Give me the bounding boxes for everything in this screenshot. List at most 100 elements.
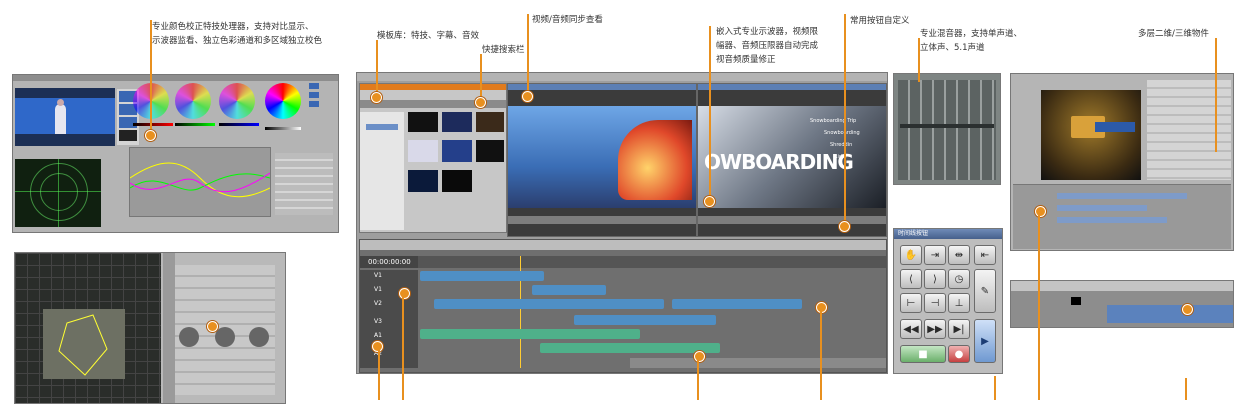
slider-blue[interactable] — [219, 123, 259, 126]
callout-line-tools — [697, 360, 699, 400]
layer-strip-toolbar[interactable] — [1011, 281, 1233, 291]
clip-v3[interactable] — [574, 315, 716, 325]
track-label-5: A1 — [374, 332, 382, 339]
caption-template-library: 模板库：特技、字幕、音效 — [377, 31, 480, 41]
audio-mixer-window — [893, 73, 1001, 185]
fader-bar[interactable] — [900, 124, 994, 128]
thumb-5[interactable] — [442, 140, 472, 162]
caption-color-correction-line2: 示波器监看、独立色彩通道和多区域独立校色 — [152, 36, 323, 46]
geometry-view[interactable] — [15, 253, 161, 403]
caption-scope-line1: 嵌入式专业示波器，视频限 — [716, 27, 819, 37]
btn-mark-out[interactable]: ⇤ — [974, 245, 996, 265]
curve-graph[interactable] — [129, 147, 271, 217]
clip-a1[interactable] — [420, 329, 640, 339]
parameter-list[interactable] — [275, 153, 333, 215]
thumb-3[interactable] — [476, 112, 504, 132]
time-ruler[interactable] — [418, 256, 886, 268]
thumb-8[interactable] — [442, 170, 472, 192]
caption-color-correction-line1: 专业颜色校正特技处理器，支持对比显示、 — [152, 22, 314, 32]
timeline-panel[interactable]: 00:00:00:00 V1 V1 V2 V3 A1 A2 — [359, 239, 887, 373]
thumb-7[interactable] — [408, 170, 438, 192]
btn-ripple-right[interactable]: ⊣ — [924, 293, 946, 313]
clip-v2[interactable] — [434, 299, 664, 309]
knob-2[interactable] — [215, 327, 235, 347]
3d-layer-timeline[interactable] — [1013, 184, 1231, 249]
btn-hand[interactable]: ✋ — [900, 245, 922, 265]
window-titlebar — [13, 75, 338, 81]
btn-mark-in[interactable]: ⇥ — [924, 245, 946, 265]
callout-dot-parameters — [207, 321, 218, 332]
btn-trim[interactable]: ⊥ — [948, 293, 970, 313]
btn-play[interactable]: ▶ — [974, 319, 996, 363]
track-label-3: V2 — [374, 300, 382, 307]
thumb-1[interactable] — [408, 112, 438, 132]
knob-3[interactable] — [249, 327, 269, 347]
clip-a2[interactable] — [540, 343, 720, 353]
track-headers[interactable]: V1 V1 V2 V3 A1 A2 — [360, 270, 418, 368]
thumb-6[interactable] — [476, 140, 504, 162]
vectorscope — [15, 159, 101, 227]
program-monitor-panel[interactable]: OWBOARDING Snowboarding Trip Snowboardin… — [697, 83, 887, 237]
side-buttons[interactable] — [309, 83, 335, 123]
color-wheel-midtones[interactable] — [175, 83, 211, 119]
library-tree[interactable] — [360, 112, 404, 230]
custom-button-panel: 时间线按钮 ✋ ⇥ ⇹ ⇤ ⟨ ⟩ ◷ ✎ ⊢ ⊣ ⊥ ◀◀ ▶▶ ▶| ▶ ■… — [893, 228, 1003, 374]
layer-clips[interactable] — [1107, 305, 1233, 323]
btn-next[interactable]: ▶| — [948, 319, 970, 339]
timeline-toolbar[interactable] — [360, 240, 886, 250]
clip-v1[interactable] — [420, 271, 544, 281]
color-wheel-master[interactable] — [265, 83, 301, 119]
slider-red[interactable] — [133, 123, 173, 126]
menu-bar[interactable] — [357, 73, 887, 81]
caption-scope-line2: 幅器、音频压限器自动完成 — [716, 41, 819, 51]
callout-dot-template — [371, 92, 382, 103]
btn-tool[interactable]: ✎ — [974, 269, 996, 313]
btn-forward[interactable]: ▶▶ — [924, 319, 946, 339]
clip-v1b[interactable] — [532, 285, 606, 295]
btn-ripple-left[interactable]: ⊢ — [900, 293, 922, 313]
main-editor-window: OWBOARDING Snowboarding Trip Snowboardin… — [356, 72, 888, 374]
3d-preview — [1041, 90, 1141, 180]
thumb-2[interactable] — [442, 112, 472, 132]
timeline-tools[interactable] — [630, 358, 886, 368]
mixer-channels[interactable] — [898, 80, 996, 180]
ruler — [163, 253, 175, 403]
slider-green[interactable] — [175, 123, 215, 126]
color-wheel-highlights[interactable] — [219, 83, 255, 119]
btn-record[interactable]: ● — [948, 345, 970, 363]
btn-stop[interactable]: ■ — [900, 345, 946, 363]
knob-1[interactable] — [179, 327, 199, 347]
button-panel-title: 时间线按钮 — [894, 229, 1002, 239]
callout-line-custom-buttons — [844, 14, 846, 226]
callout-dot-tools — [694, 351, 705, 362]
btn-split[interactable]: ⇹ — [948, 245, 970, 265]
callout-line-color-correction — [150, 20, 152, 132]
3d-properties[interactable] — [1147, 80, 1231, 180]
callout-line-search — [480, 54, 482, 100]
track-label-1: V1 — [374, 272, 382, 279]
track-label-2: V1 — [374, 286, 382, 293]
track-label-4: V3 — [374, 318, 382, 325]
layer-strip-window — [1010, 280, 1234, 328]
btn-right[interactable]: ⟩ — [924, 269, 946, 289]
monitor-big-text: OWBOARDING — [704, 150, 854, 174]
thumb-4[interactable] — [408, 140, 438, 162]
btn-clock[interactable]: ◷ — [948, 269, 970, 289]
program-transport[interactable] — [698, 216, 886, 224]
callout-line-tracks — [402, 296, 404, 400]
btn-left[interactable]: ⟨ — [900, 269, 922, 289]
callout-line-3d — [1215, 38, 1217, 152]
btn-rewind[interactable]: ◀◀ — [900, 319, 922, 339]
callout-line-scope — [709, 26, 711, 200]
monitor-text-2: Snowboarding — [824, 130, 860, 136]
color-correction-window — [12, 74, 339, 233]
3d-object-window — [1010, 73, 1234, 251]
caption-custom-buttons: 常用按钮自定义 — [850, 16, 910, 26]
callout-line-mixer — [918, 38, 920, 82]
monitor-text-3: Shreddin — [830, 142, 853, 148]
source-monitor-panel[interactable] — [507, 83, 697, 237]
slider-luma[interactable] — [265, 127, 301, 130]
source-transport[interactable] — [508, 216, 696, 224]
callout-dot-layer-strip — [1182, 304, 1193, 315]
clip-v2b[interactable] — [672, 299, 802, 309]
